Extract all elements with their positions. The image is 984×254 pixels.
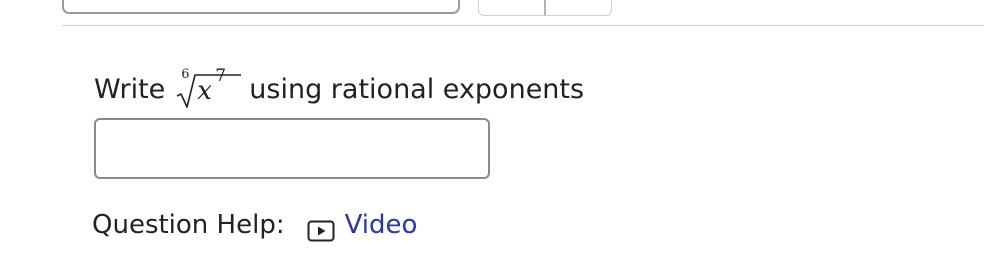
answer-input[interactable] — [94, 118, 490, 179]
question-help: Question Help: Video — [92, 205, 417, 245]
radicand-exponent: 7 — [215, 66, 227, 86]
prompt-text-before: Write — [94, 74, 166, 105]
video-link[interactable]: Video — [345, 205, 418, 245]
previous-button-right[interactable] — [544, 0, 611, 15]
previous-button-left[interactable] — [479, 0, 544, 15]
radical-index: 6 — [181, 67, 190, 82]
section-divider — [62, 25, 984, 26]
radical-expression: 6 x 7 — [175, 66, 243, 110]
play-video-icon[interactable] — [307, 214, 335, 242]
question-help-label: Question Help: — [92, 210, 285, 240]
previous-answer-buttons[interactable] — [478, 0, 612, 16]
prompt-text-after: using rational exponents — [249, 74, 585, 105]
question-prompt: Write 6 x 7 using rational exponents — [94, 66, 585, 110]
radicand-base: x — [197, 76, 212, 106]
previous-answer-input[interactable] — [62, 0, 460, 14]
